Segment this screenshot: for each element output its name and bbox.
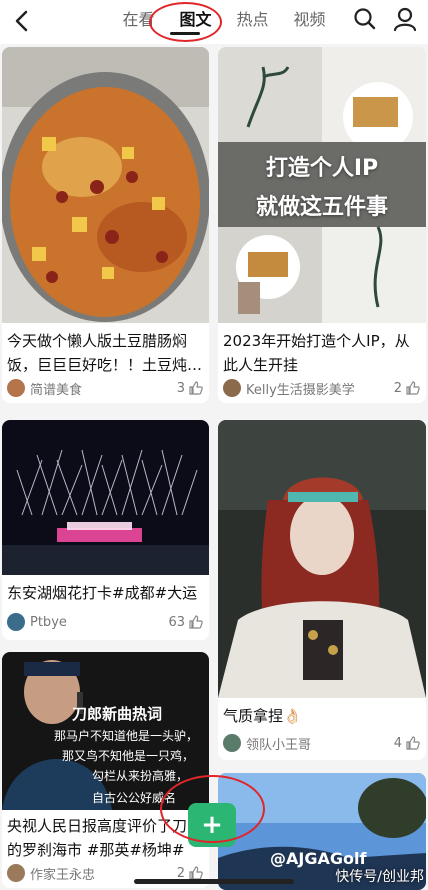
feed-card-3[interactable]: 东安湖烟花打卡#成都#大运会 Ptbye 63 (2, 420, 209, 640)
thumbs-up-icon (406, 736, 420, 750)
card-title: 东安湖烟花打卡#成都#大运会 (7, 584, 198, 602)
like-count: 3 (176, 380, 185, 396)
image-overlay-text-3: 那又鸟不知他是一只鸡， (62, 749, 195, 763)
thumbs-up-icon (189, 381, 203, 395)
card-meta: 领队小王哥 4 (223, 732, 421, 754)
like-button[interactable]: 4 (394, 735, 421, 751)
like-count: 2 (393, 380, 402, 396)
feed-tabs: 在看 图文 热点 视频 (110, 0, 338, 44)
image-overlay-text-4: 勾栏从来扮高雅， (92, 769, 189, 783)
food-rice-image (2, 47, 209, 323)
card-title: 气质拿捏👌🏻 (223, 707, 302, 725)
image-overlay-text-1: 打造个人IP (265, 156, 379, 181)
watermark: 快传号/创业邦 (335, 869, 424, 885)
like-button[interactable]: 63 (168, 614, 204, 630)
avatar (7, 613, 25, 631)
author-name: 领队小王哥 (246, 737, 312, 753)
like-button[interactable]: 3 (177, 380, 204, 396)
image-overlay-text-1: 刀郎新曲热词 (72, 705, 163, 723)
search-icon[interactable] (350, 4, 380, 34)
avatar (223, 734, 241, 752)
card-meta: 简谱美食 3 (7, 377, 204, 399)
avatar (7, 864, 25, 882)
fireworks-image (2, 420, 209, 575)
top-nav-bar: 在看 图文 热点 视频 (0, 0, 428, 44)
card-meta: Ptbye 63 (7, 611, 204, 633)
feed-card-4[interactable]: 气质拿捏👌🏻 领队小王哥 4 (218, 420, 426, 760)
feed-card-2[interactable]: 打造个人IP 就做这五件事 2023年开始打造个人IP，从此人生开挂 Kelly… (218, 47, 426, 403)
user-profile-icon[interactable] (390, 4, 420, 34)
author-name: 简谱美食 (30, 382, 83, 398)
highlight-circle-annotation (160, 775, 265, 843)
tab-shipin[interactable]: 视频 (281, 0, 338, 36)
tab-redian[interactable]: 热点 (224, 0, 281, 36)
card-title: 2023年开始打造个人IP，从此人生开挂 (223, 332, 410, 374)
feed-card-5[interactable]: 刀郎新曲热词 那马户不知道他是一头驴， 那又鸟不知他是一只鸡， 勾栏从来扮高雅，… (2, 652, 209, 888)
portrait-photo-image (218, 420, 426, 698)
lifestyle-breakfast-image (218, 47, 426, 323)
thumbs-up-icon (406, 381, 420, 395)
thumbs-up-icon (189, 615, 203, 629)
home-indicator (134, 879, 294, 884)
like-button[interactable]: 2 (394, 380, 421, 396)
card-title: 今天做个懒人版土豆腊肠焖饭，巨巨巨好吃！！土豆炖… (7, 332, 203, 374)
like-count: 63 (168, 614, 185, 630)
highlight-circle-annotation (149, 2, 222, 42)
avatar (7, 379, 25, 397)
author-name: Ptbye (30, 614, 67, 630)
like-count: 4 (393, 735, 402, 751)
author-name: Kelly生活摄影美学 (246, 382, 355, 398)
image-overlay-text-2: 就做这五件事 (255, 195, 388, 220)
card-meta: Kelly生活摄影美学 2 (223, 377, 421, 399)
back-arrow-icon[interactable] (8, 6, 38, 36)
avatar (223, 379, 241, 397)
feed-card-1[interactable]: 今天做个懒人版土豆腊肠焖饭，巨巨巨好吃！！土豆炖… 简谱美食 3 (2, 47, 209, 403)
image-overlay-text-2: 那马户不知道他是一头驴， (54, 729, 199, 743)
